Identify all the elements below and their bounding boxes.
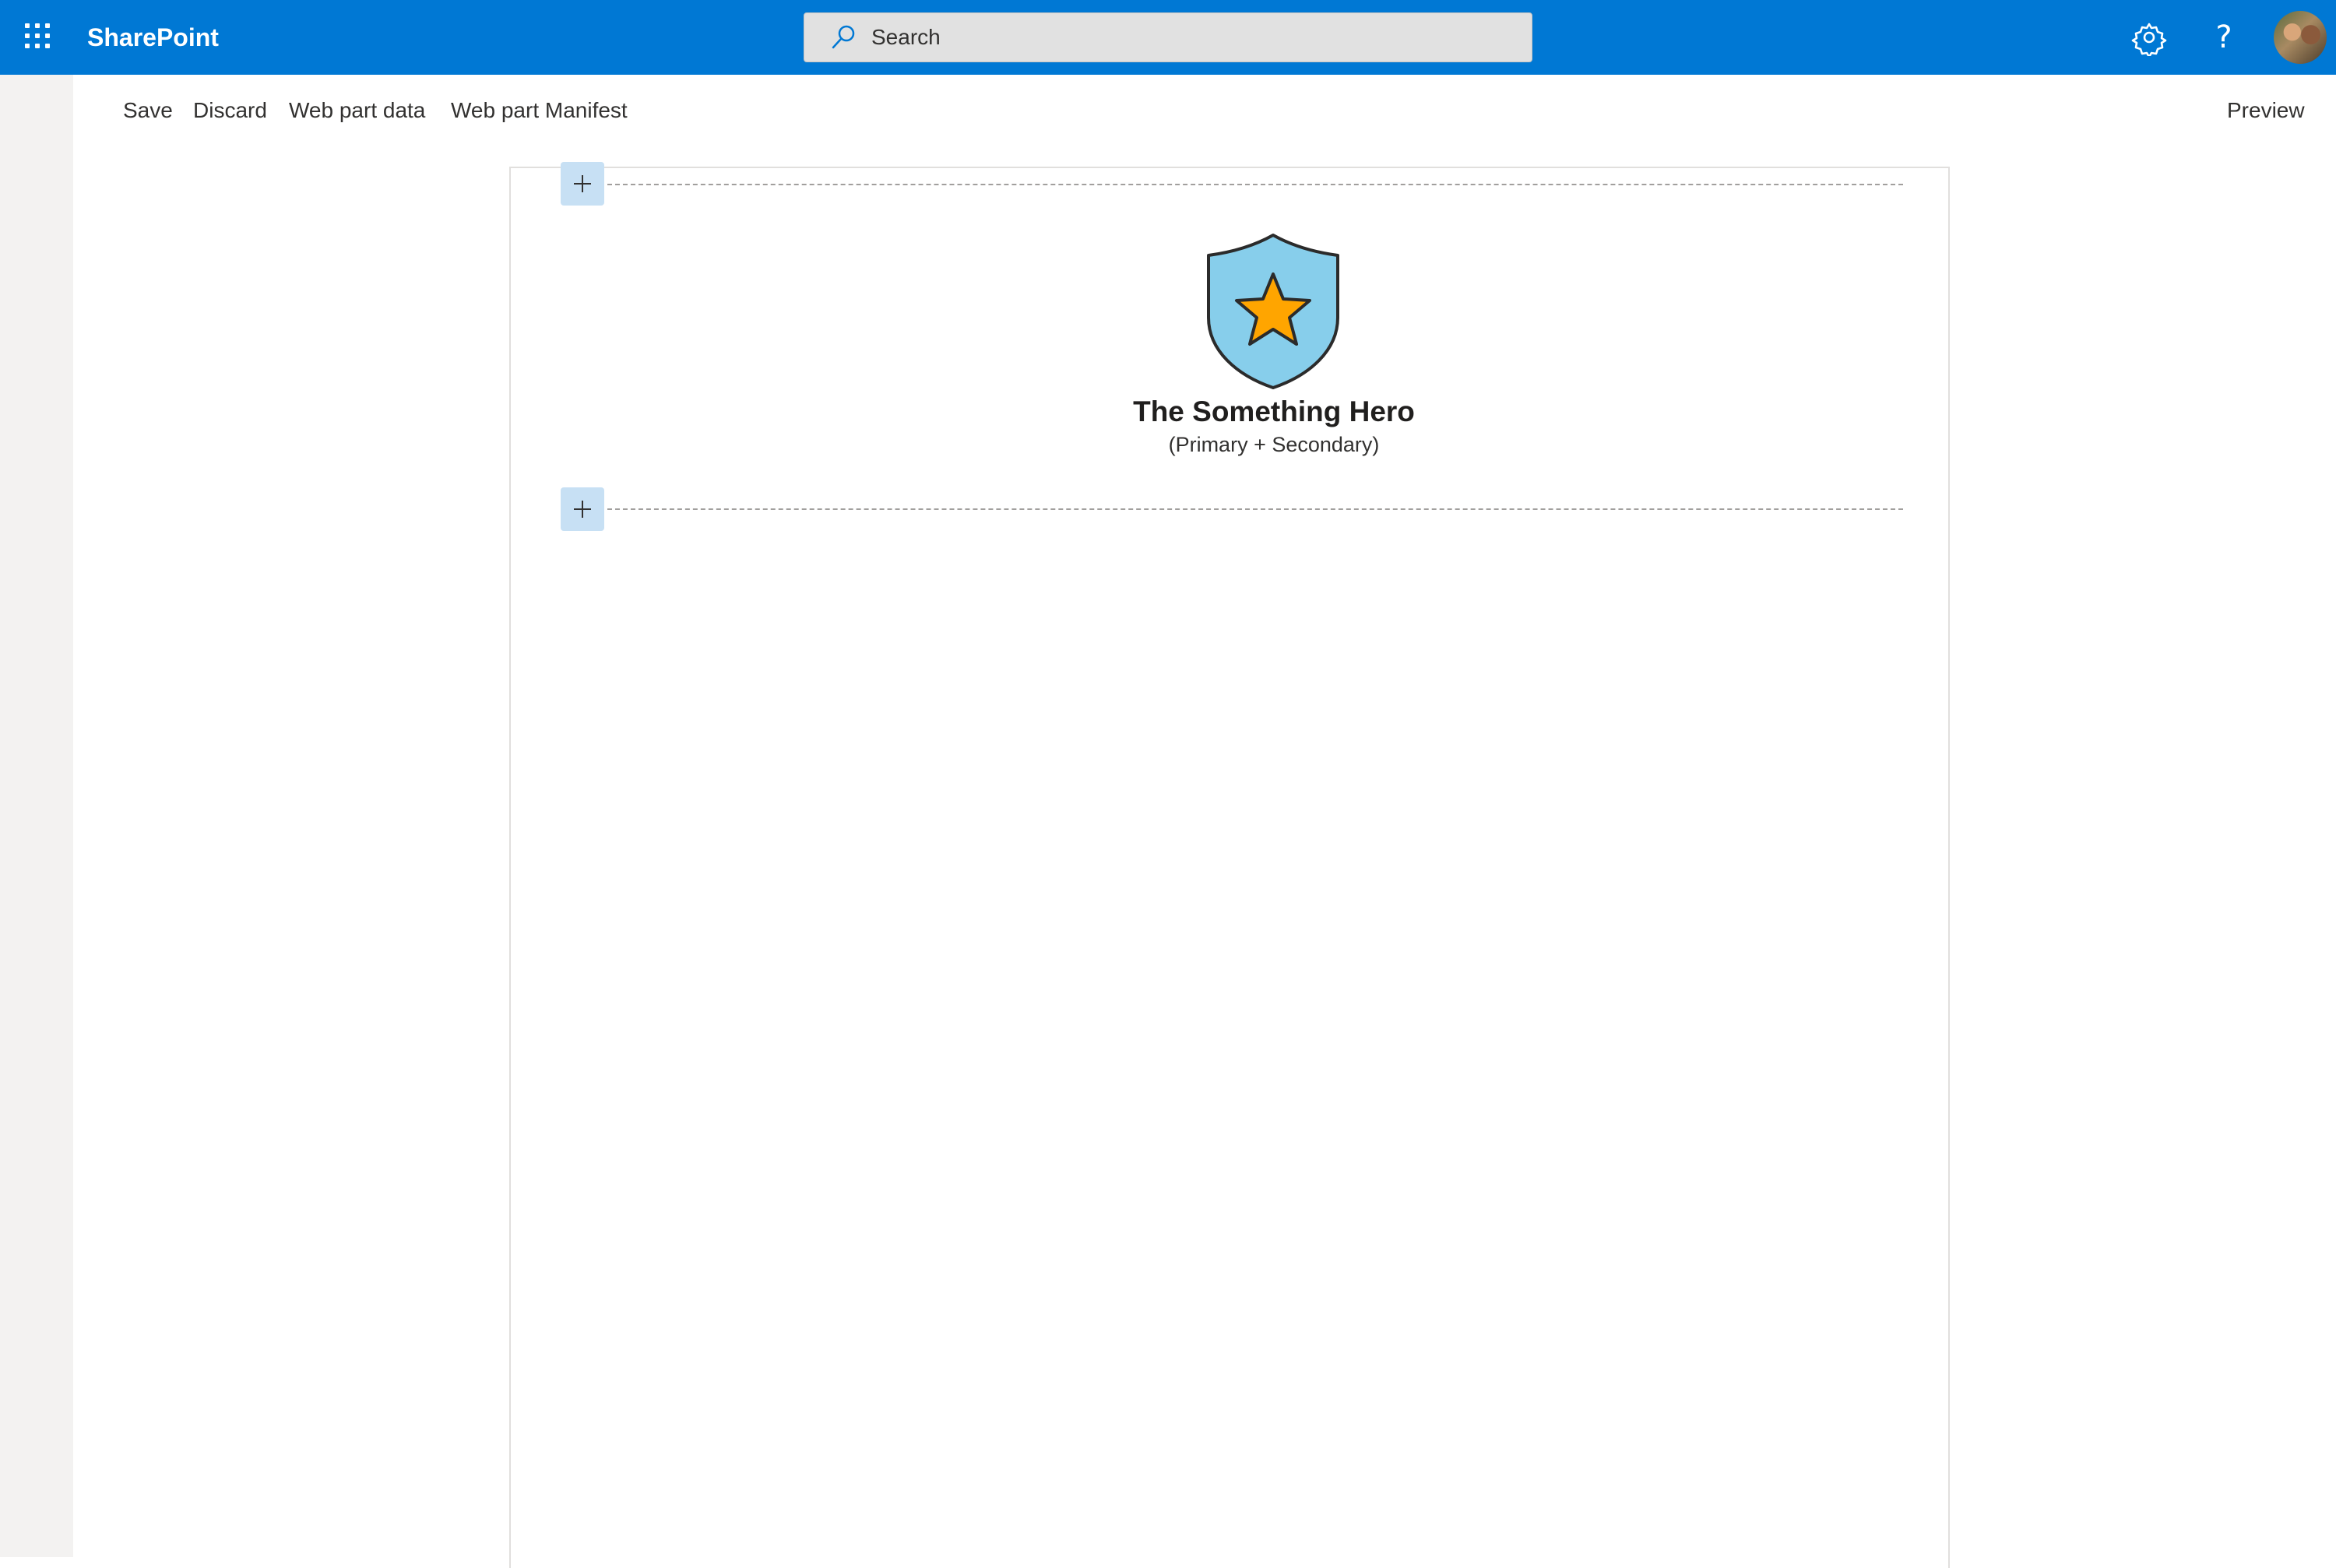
help-icon[interactable]: ? [2205,14,2243,61]
section-divider-top [607,184,1903,185]
web-part-title: The Something Hero [1133,396,1415,427]
plus-icon [574,501,591,518]
preview-button[interactable]: Preview [2227,86,2305,135]
left-rail [0,75,73,1557]
discard-button[interactable]: Discard [193,86,267,135]
shield-star-icon [1207,234,1339,389]
save-button[interactable]: Save [123,86,173,135]
app-title[interactable]: SharePoint [87,20,219,54]
add-section-button-top[interactable] [561,162,604,206]
search-placeholder[interactable]: Search [871,25,941,50]
web-part-manifest-button[interactable]: Web part Manifest [451,86,628,135]
web-part-data-button[interactable]: Web part data [289,86,425,135]
add-section-button-bottom[interactable] [561,487,604,531]
web-part-subtitle: (Primary + Secondary) [1168,433,1380,456]
app-launcher-icon[interactable] [12,11,62,61]
gear-icon[interactable] [2130,19,2168,56]
search-icon [832,25,855,49]
suite-bar: SharePoint Search ? [0,0,2336,75]
search-box[interactable]: Search [804,12,1532,62]
plus-icon [574,175,591,192]
section-divider-bottom [607,508,1903,510]
avatar[interactable] [2274,11,2327,64]
